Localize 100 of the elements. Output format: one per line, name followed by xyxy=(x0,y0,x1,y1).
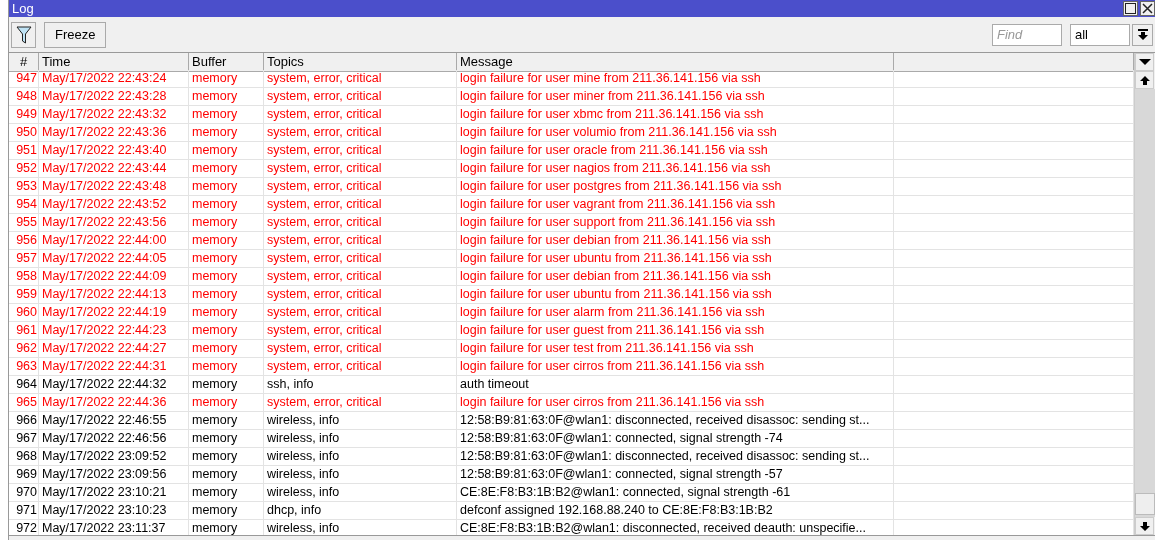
table-cell: memory xyxy=(189,502,264,519)
close-button[interactable] xyxy=(1140,1,1155,16)
table-cell: May/17/2022 22:43:56 xyxy=(39,214,189,231)
table-cell: May/17/2022 22:44:13 xyxy=(39,286,189,303)
table-cell: login failure for user alarm from 211.36.141.156 via ssh xyxy=(457,304,894,321)
table-cell: wireless, info xyxy=(264,520,457,535)
column-header[interactable]: Time xyxy=(39,53,189,71)
table-cell: 954 xyxy=(9,196,39,213)
scroll-to-end-button[interactable] xyxy=(1132,23,1153,46)
table-cell: memory xyxy=(189,106,264,123)
table-cell: system, error, critical xyxy=(264,322,457,339)
table-cell: memory xyxy=(189,412,264,429)
table-cell: 951 xyxy=(9,142,39,159)
table-cell: system, error, critical xyxy=(264,286,457,303)
filter-button[interactable] xyxy=(11,21,36,48)
column-menu-button[interactable] xyxy=(1135,53,1154,71)
table-cell: 956 xyxy=(9,232,39,249)
table-cell: May/17/2022 22:43:40 xyxy=(39,142,189,159)
table-cell: login failure for user guest from 211.36.141.156 via ssh xyxy=(457,322,894,339)
table-cell: 953 xyxy=(9,178,39,195)
caret-icon xyxy=(1138,59,1151,65)
table-cell: May/17/2022 22:44:32 xyxy=(39,376,189,393)
table-cell: May/17/2022 23:09:52 xyxy=(39,448,189,465)
table-cell: 958 xyxy=(9,268,39,285)
table-cell: login failure for user mine from 211.36.141.156 via ssh xyxy=(457,70,894,87)
table-cell: login failure for user volumio from 211.36.141.156 via ssh xyxy=(457,124,894,141)
table-cell: May/17/2022 22:43:44 xyxy=(39,160,189,177)
table-cell: May/17/2022 22:44:31 xyxy=(39,358,189,375)
table-cell: memory xyxy=(189,196,264,213)
find-field[interactable]: Find xyxy=(992,23,1062,46)
table-cell: system, error, critical xyxy=(264,88,457,105)
freeze-button[interactable]: Freeze xyxy=(44,21,107,48)
table-cell: 963 xyxy=(9,358,39,375)
table-cell: 960 xyxy=(9,304,39,321)
table-cell: login failure for user oracle from 211.36.141.156 via ssh xyxy=(457,142,894,159)
table-cell: May/17/2022 23:10:23 xyxy=(39,502,189,519)
table-cell: wireless, info xyxy=(264,484,457,501)
maximize-icon xyxy=(1125,3,1136,14)
table-cell: CE:8E:F8:B3:1B:B2@wlan1: connected, signal strength -61 xyxy=(457,484,894,501)
up-arrow-icon xyxy=(1139,75,1150,85)
table-cell: 966 xyxy=(9,412,39,429)
table-cell: May/17/2022 22:44:00 xyxy=(39,232,189,249)
table-cell: wireless, info xyxy=(264,448,457,465)
table-cell: 12:58:B9:81:63:0F@wlan1: disconnected, received disassoc: sending st... xyxy=(457,412,894,429)
table-cell: memory xyxy=(189,484,264,501)
scroll-down-button[interactable] xyxy=(1135,517,1154,535)
table-cell: 12:58:B9:81:63:0F@wlan1: disconnected, received disassoc: sending st... xyxy=(457,448,894,465)
table-cell: 969 xyxy=(9,466,39,483)
column-header[interactable]: Topics xyxy=(264,53,457,71)
table-cell: login failure for user xbmc from 211.36.141.156 via ssh xyxy=(457,106,894,123)
column-header[interactable]: Buffer xyxy=(189,53,264,71)
table-cell: 968 xyxy=(9,448,39,465)
table-cell: May/17/2022 22:43:28 xyxy=(39,88,189,105)
table-cell: 955 xyxy=(9,214,39,231)
scrollbar-thumb[interactable] xyxy=(1135,493,1155,515)
table-cell: May/17/2022 23:11:37 xyxy=(39,520,189,535)
table-cell: memory xyxy=(189,376,264,393)
table-cell: system, error, critical xyxy=(264,358,457,375)
filter-dropdown[interactable]: all xyxy=(1070,23,1130,46)
maximize-button[interactable] xyxy=(1123,1,1138,16)
table-cell: system, error, critical xyxy=(264,178,457,195)
table-cell: memory xyxy=(189,448,264,465)
table-cell: wireless, info xyxy=(264,466,457,483)
table-cell: 967 xyxy=(9,430,39,447)
table-cell: May/17/2022 22:43:36 xyxy=(39,124,189,141)
table-cell: memory xyxy=(189,232,264,249)
table-cell: 952 xyxy=(9,160,39,177)
table-cell: May/17/2022 22:46:56 xyxy=(39,430,189,447)
table-cell: system, error, critical xyxy=(264,196,457,213)
table-cell: memory xyxy=(189,466,264,483)
down-arrow-icon xyxy=(1139,521,1150,531)
table-cell: May/17/2022 22:44:36 xyxy=(39,394,189,411)
table-cell: 964 xyxy=(9,376,39,393)
table-cell: memory xyxy=(189,178,264,195)
column-header[interactable]: Message xyxy=(457,53,894,71)
table-cell: 961 xyxy=(9,322,39,339)
table-cell: memory xyxy=(189,358,264,375)
table-cell: login failure for user ubuntu from 211.36.141.156 via ssh xyxy=(457,250,894,267)
table-cell: May/17/2022 22:44:09 xyxy=(39,268,189,285)
table-cell: memory xyxy=(189,430,264,447)
table-cell: May/17/2022 22:43:32 xyxy=(39,106,189,123)
table-cell: memory xyxy=(189,268,264,285)
table-cell: ssh, info xyxy=(264,376,457,393)
table-cell: system, error, critical xyxy=(264,268,457,285)
table-cell: memory xyxy=(189,340,264,357)
table-cell: May/17/2022 22:43:24 xyxy=(39,70,189,87)
table-cell: wireless, info xyxy=(264,412,457,429)
table-cell: system, error, critical xyxy=(264,394,457,411)
column-header[interactable]: # xyxy=(9,53,39,71)
table-cell: defconf assigned 192.168.88.240 to CE:8E:F8:B3:1B:B2 xyxy=(457,502,894,519)
table-cell: login failure for user postgres from 211.36.141.156 via ssh xyxy=(457,178,894,195)
table-cell: May/17/2022 23:09:56 xyxy=(39,466,189,483)
table-cell: 972 xyxy=(9,520,39,535)
scroll-up-button[interactable] xyxy=(1135,71,1154,89)
table-cell: system, error, critical xyxy=(264,250,457,267)
table-cell: memory xyxy=(189,394,264,411)
table-cell: 971 xyxy=(9,502,39,519)
table-cell: login failure for user debian from 211.36.141.156 via ssh xyxy=(457,268,894,285)
table-cell: May/17/2022 22:43:52 xyxy=(39,196,189,213)
table-cell: memory xyxy=(189,124,264,141)
